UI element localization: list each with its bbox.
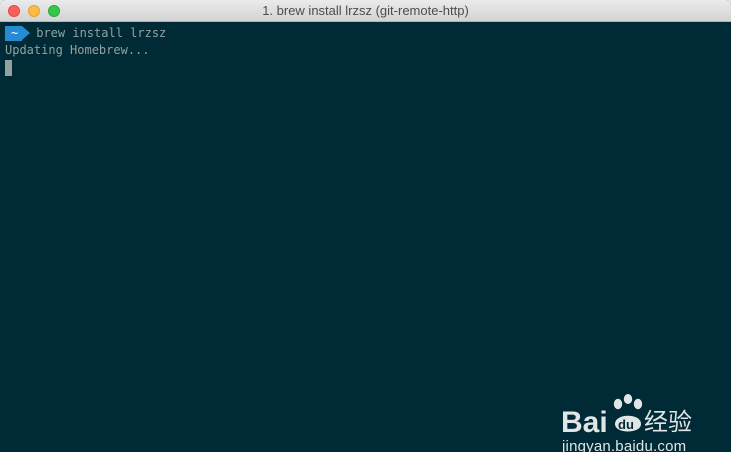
- window-title: 1. brew install lrzsz (git-remote-http): [262, 3, 469, 18]
- prompt-badge: ~: [5, 26, 31, 41]
- output-line: Updating Homebrew...: [5, 43, 150, 57]
- baidu-logo: Bai du 经验: [561, 394, 692, 438]
- baidu-logo-text-cn: 经验: [644, 408, 692, 436]
- watermark-url: jingyan.baidu.com: [562, 438, 687, 452]
- title-bar[interactable]: 1. brew install lrzsz (git-remote-http): [0, 0, 731, 22]
- command-line: ~ brew install lrzsz: [5, 25, 166, 42]
- baidu-jingyan-watermark: Bai du 经验 jingyan.baidu.com: [560, 394, 720, 452]
- terminal-window: 1. brew install lrzsz (git-remote-http) …: [0, 0, 731, 452]
- text-cursor: [5, 60, 12, 76]
- baidu-logo-text-du: du: [618, 417, 634, 432]
- baidu-logo-text-left: Bai: [561, 406, 608, 438]
- terminal-content[interactable]: ~ brew install lrzsz Updating Homebrew...…: [0, 22, 731, 452]
- command-text: brew install lrzsz: [36, 26, 167, 40]
